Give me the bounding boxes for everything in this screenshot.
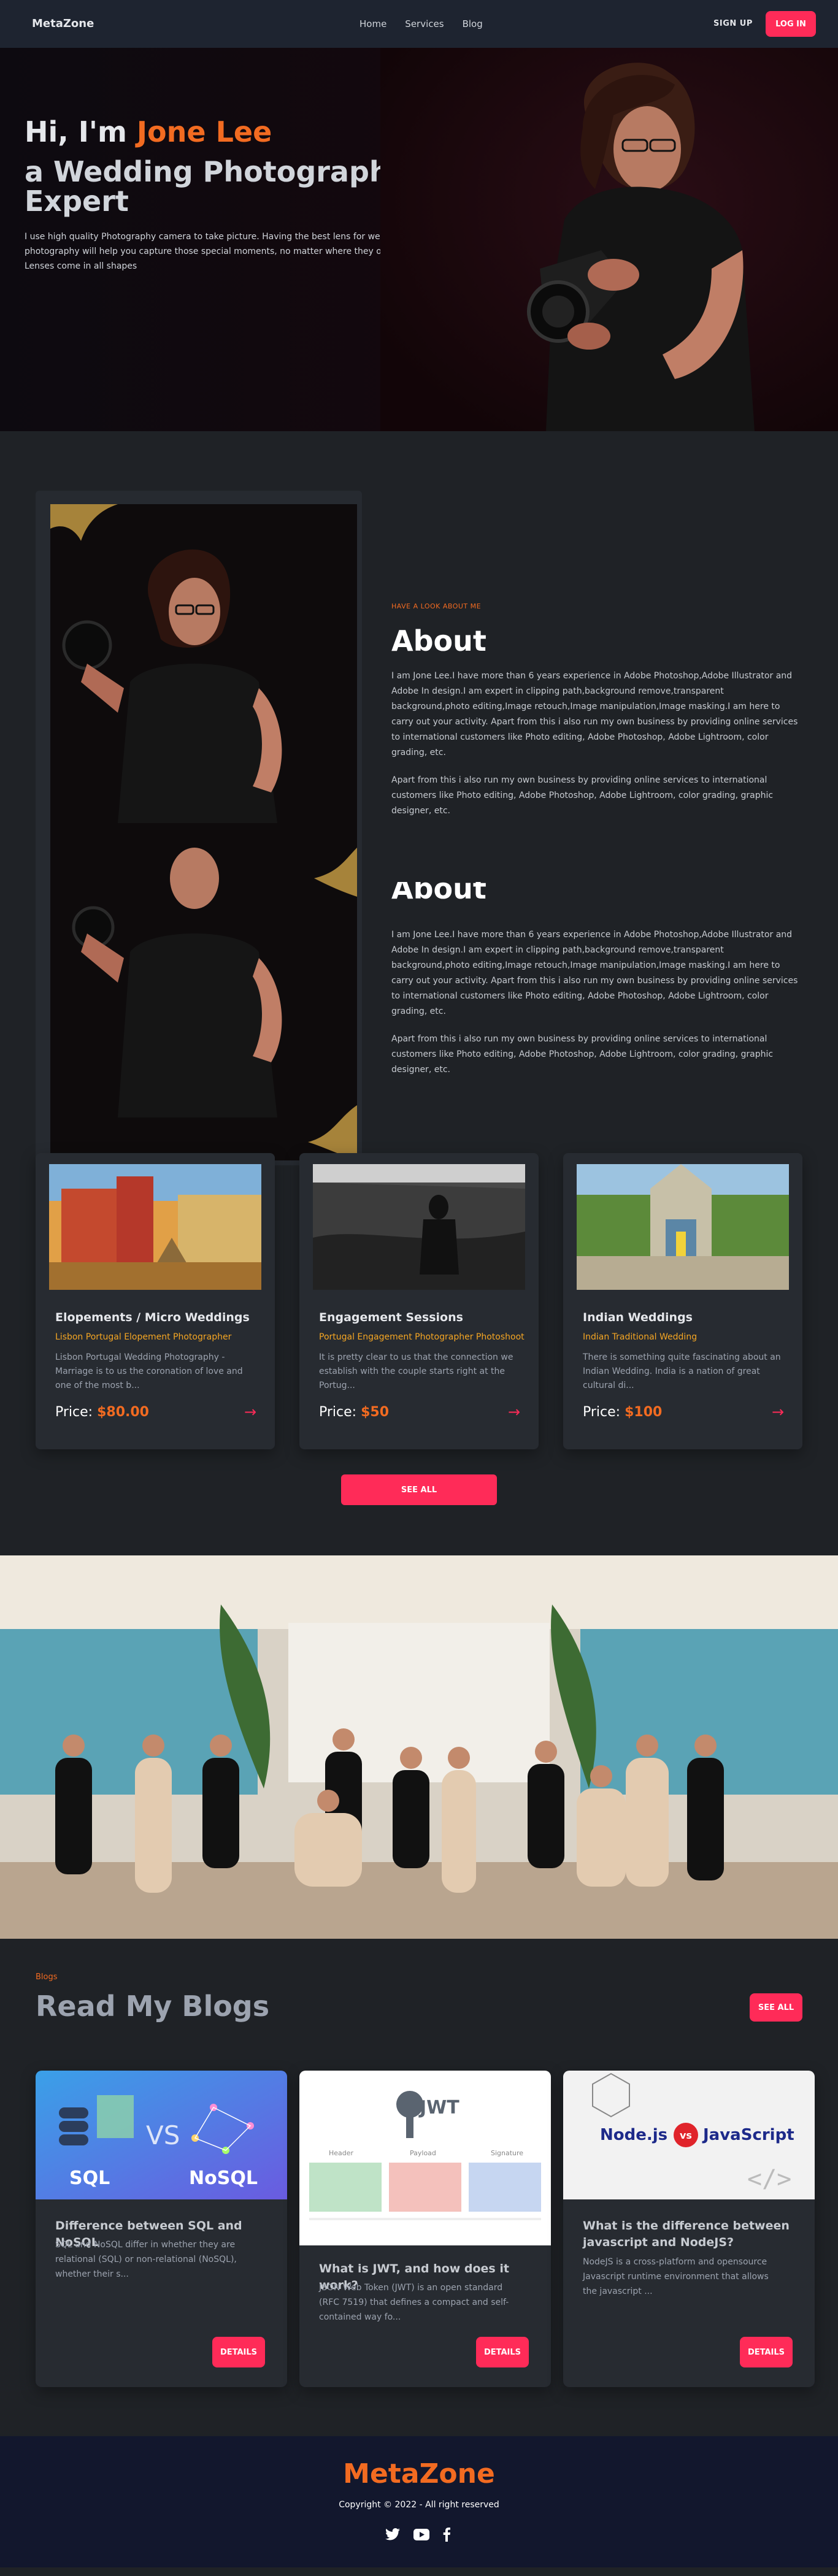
service-cards: Elopements / Micro Weddings Lisbon Portu… (36, 1153, 802, 1449)
blog-description: SQL and NoSQL differ in whether they are… (55, 2240, 237, 2279)
footer-logo[interactable]: MetaZone (0, 2458, 838, 2490)
blog-description: NodeJS is a cross-platform and opensourc… (583, 2257, 769, 2296)
vs-badge-text: vs (680, 2129, 692, 2141)
about-title: About (391, 624, 486, 657)
nav-link-blog[interactable]: Blog (463, 18, 483, 29)
see-all-services-button[interactable]: SEE ALL (341, 1474, 497, 1505)
nav-link-services[interactable]: Services (405, 18, 444, 29)
twitter-icon[interactable] (385, 2528, 400, 2543)
signup-link[interactable]: SIGN UP (713, 19, 753, 28)
blog-title: What is the difference between javascrip… (583, 2219, 790, 2249)
footer-copyright: Copyright © 2022 - All right reserved (339, 2500, 499, 2510)
hero-headline: a Wedding Photography Expert (25, 155, 408, 218)
about-portrait-image (50, 504, 357, 1160)
blogs-kicker: Blogs (36, 1972, 58, 1982)
vs-label: VS (146, 2120, 180, 2150)
blog-details-button[interactable]: DETAILS (476, 2337, 529, 2367)
service-title: Elopements / Micro Weddings (55, 1311, 250, 1324)
jwt-payload-label: Payload (410, 2149, 436, 2157)
service-subtitle: Indian Traditional Wedding (583, 1332, 698, 1342)
navbar: MetaZone Home Services Blog SIGN UP LOG … (0, 0, 838, 48)
blog-card[interactable]: vs Node.js JavaScript </> What is the di… (563, 2071, 815, 2387)
price-value: $100 (625, 1405, 663, 1420)
see-all-blogs-button[interactable]: SEE ALL (750, 1993, 802, 2022)
jwt-header-label: Header (329, 2149, 354, 2157)
about-title-repeat-text: About (391, 882, 486, 905)
price-label: Price: (319, 1405, 361, 1420)
service-price: Price: $100 (583, 1405, 662, 1420)
service-card[interactable]: Indian Weddings Indian Traditional Weddi… (563, 1153, 802, 1449)
price-value: $50 (361, 1405, 390, 1420)
jwt-logo-text: JWT (418, 2097, 459, 2118)
service-description: There is something quite fascinating abo… (583, 1352, 781, 1390)
youtube-icon[interactable] (413, 2528, 429, 2543)
social-links (385, 2527, 450, 2544)
about-paragraph: I am Jone Lee.I have more than 6 years e… (391, 671, 798, 757)
about-title-repeat: About (391, 882, 486, 907)
brand-logo[interactable]: MetaZone (32, 17, 94, 30)
blog-details-button[interactable]: DETAILS (212, 2337, 265, 2367)
service-description: It is pretty clear to us that the connec… (319, 1352, 513, 1390)
price-value: $80.00 (97, 1405, 149, 1420)
arrow-right-icon[interactable]: → (508, 1403, 520, 1420)
jwt-signature-label: Signature (491, 2149, 523, 2157)
blog-description: JSON Web Token (JWT) is an open standard… (319, 2283, 509, 2322)
service-card[interactable]: Elopements / Micro Weddings Lisbon Portu… (36, 1153, 275, 1449)
hero-greeting-text: Hi, I'm (25, 115, 137, 148)
wedding-group-photo (0, 1555, 838, 1939)
svg-text:</>: </> (747, 2165, 791, 2193)
blog-card[interactable]: SQL VS NoSQL Difference between SQL and … (36, 2071, 287, 2387)
footer: MetaZone Copyright © 2022 - All right re… (0, 2436, 838, 2567)
price-label: Price: (583, 1405, 625, 1420)
price-label: Price: (55, 1405, 98, 1420)
service-description: Lisbon Portugal Wedding Photography - Ma… (55, 1352, 243, 1390)
hero-name: Jone Lee (136, 115, 272, 148)
hero-greeting: Hi, I'm Jone Lee (25, 115, 272, 148)
nodejs-label: Node.js (600, 2126, 667, 2144)
blog-details-button[interactable]: DETAILS (740, 2337, 793, 2367)
javascript-label: JavaScript (702, 2126, 794, 2144)
facebook-icon[interactable] (443, 2527, 450, 2544)
service-title: Indian Weddings (583, 1311, 693, 1324)
sql-label: SQL (69, 2168, 110, 2189)
blog-cards: SQL VS NoSQL Difference between SQL and … (36, 2071, 815, 2387)
service-subtitle: Portugal Engagement Photographer Photosh… (319, 1332, 525, 1342)
service-image-indian-wedding (577, 1164, 789, 1290)
service-image-engagement (313, 1164, 525, 1290)
about-paragraph-repeat: I am Jone Lee.I have more than 6 years e… (391, 930, 798, 1016)
service-price: Price: $50 (319, 1405, 389, 1420)
blogs-title: Read My Blogs (36, 1990, 270, 2023)
service-card[interactable]: Engagement Sessions Portugal Engagement … (299, 1153, 539, 1449)
service-subtitle: Lisbon Portugal Elopement Photographer (55, 1332, 232, 1342)
login-button[interactable]: LOG IN (766, 11, 816, 37)
blog-image-node-vs-js: vs Node.js JavaScript </> (563, 2071, 815, 2199)
blog-card[interactable]: JWT Header Payload Signature What is JWT… (299, 2071, 551, 2387)
blog-image-sql-nosql: SQL VS NoSQL (36, 2071, 287, 2199)
arrow-right-icon[interactable]: → (244, 1403, 256, 1420)
hero-photographer-image (380, 48, 838, 431)
nosql-label: NoSQL (189, 2168, 258, 2189)
about-paragraph-secondary: Apart from this i also run my own busine… (391, 775, 774, 816)
hero-description: I use high quality Photography camera to… (25, 232, 405, 271)
service-price: Price: $80.00 (55, 1405, 149, 1420)
service-title: Engagement Sessions (319, 1311, 463, 1324)
about-kicker: HAVE A LOOK ABOUT ME (391, 602, 482, 610)
blog-image-jwt: JWT Header Payload Signature (299, 2071, 551, 2245)
nav-link-home[interactable]: Home (359, 18, 386, 29)
arrow-right-icon[interactable]: → (772, 1403, 784, 1420)
hero-section: Hi, I'm Jone Lee a Wedding Photography E… (0, 48, 838, 431)
nav-links: Home Services Blog (359, 18, 483, 29)
service-image-elopement (49, 1164, 261, 1290)
about-paragraph-secondary-repeat: Apart from this i also run my own busine… (391, 1034, 774, 1075)
